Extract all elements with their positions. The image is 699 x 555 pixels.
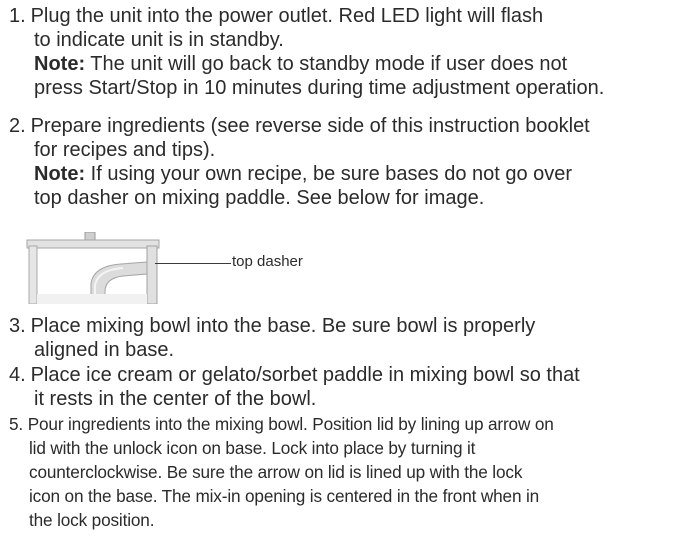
step-text: the lock position. (29, 510, 155, 530)
note-text: top dasher on mixing paddle. See below f… (34, 187, 485, 209)
instruction-page: 1. Plug the unit into the power outlet. … (0, 0, 699, 555)
step-number: 5. (9, 414, 24, 434)
step-2: 2. Prepare ingredients (see reverse side… (9, 114, 590, 210)
note-label: Note: (34, 163, 86, 185)
note-label: Note: (34, 53, 86, 75)
step-1: 1. Plug the unit into the power outlet. … (9, 4, 604, 100)
step-text: icon on the base. The mix-in opening is … (29, 486, 540, 506)
step-text: Place mixing bowl into the base. Be sure… (30, 315, 536, 337)
step-text: to indicate unit is in standby. (34, 29, 284, 51)
leader-line (155, 263, 231, 264)
note-text: The unit will go back to standby mode if… (85, 53, 568, 75)
step-5: 5. Pour ingredients into the mixing bowl… (9, 412, 554, 532)
figure-label: top dasher (232, 253, 303, 270)
step-text: Place ice cream or gelato/sorbet paddle … (30, 364, 580, 386)
step-text: counterclockwise. Be sure the arrow on l… (29, 462, 523, 482)
step-note: Note: The unit will go back to standby m… (9, 52, 604, 76)
step-text: Pour ingredients into the mixing bowl. P… (27, 414, 554, 434)
step-number: 3. (9, 315, 26, 337)
step-text: Plug the unit into the power outlet. Red… (30, 5, 544, 27)
step-text: aligned in base. (34, 339, 175, 361)
step-text: for recipes and tips). (34, 139, 216, 161)
note-text: press Start/Stop in 10 minutes during ti… (34, 77, 605, 99)
step-number: 1. (9, 5, 26, 27)
step-4: 4. Place ice cream or gelato/sorbet padd… (9, 363, 580, 411)
note-text: If using your own recipe, be sure bases … (85, 163, 573, 185)
step-number: 2. (9, 115, 26, 137)
step-text: Prepare ingredients (see reverse side of… (30, 115, 590, 137)
mixing-paddle-image (26, 232, 160, 304)
step-3: 3. Place mixing bowl into the base. Be s… (9, 314, 535, 362)
step-number: 4. (9, 364, 26, 386)
step-note: Note: If using your own recipe, be sure … (9, 162, 590, 186)
step-text: lid with the unlock icon on base. Lock i… (29, 438, 476, 458)
step-text: it rests in the center of the bowl. (34, 388, 317, 410)
